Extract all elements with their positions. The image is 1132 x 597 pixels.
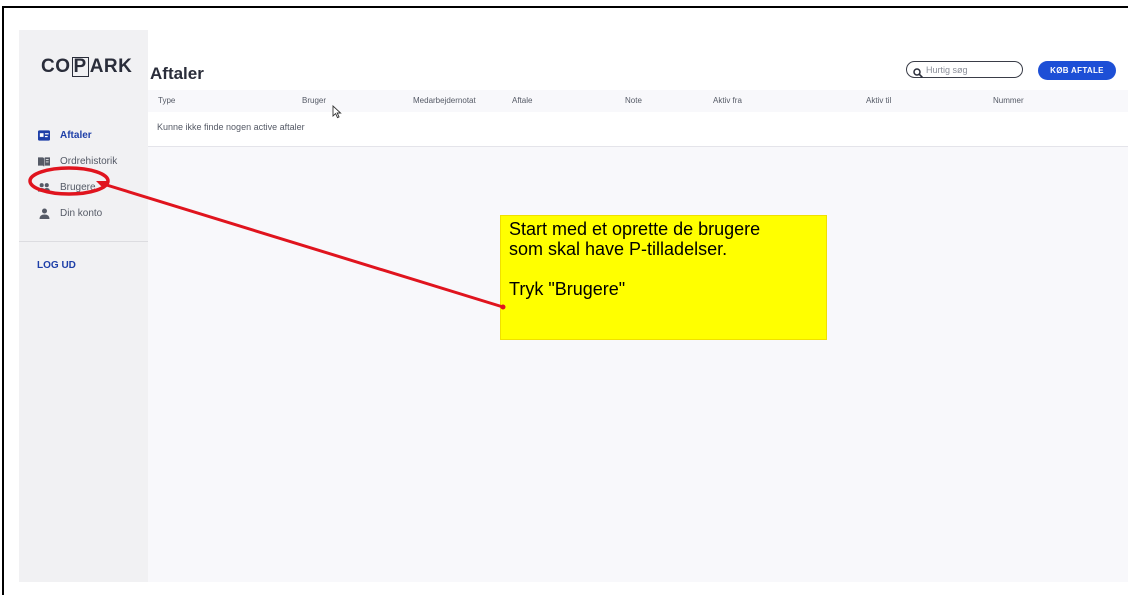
column-header-medarbejdernotat[interactable]: Medarbejdernotat <box>413 96 476 105</box>
sidebar-item-brugere[interactable]: Brugere <box>19 174 148 200</box>
logo-text-end: ARK <box>89 56 133 77</box>
annotation-line-3: Tryk "Brugere" <box>509 279 626 299</box>
search-input[interactable] <box>926 64 1016 75</box>
sidebar-nav: Aftaler Ordrehistorik Brugere Din konto <box>19 122 148 226</box>
users-icon <box>38 181 50 193</box>
sidebar-item-label: Ordrehistorik <box>60 155 118 167</box>
sidebar-divider <box>19 241 148 242</box>
contract-card-icon <box>38 129 50 141</box>
sidebar-item-ordrehistorik[interactable]: Ordrehistorik <box>19 148 148 174</box>
logo-boxed-letter: P <box>71 56 89 77</box>
logo: CO P ARK <box>41 56 132 78</box>
book-icon <box>38 155 50 167</box>
user-icon <box>38 207 50 219</box>
sidebar-item-aftaler[interactable]: Aftaler <box>19 122 148 148</box>
logout-link[interactable]: LOG UD <box>37 260 76 271</box>
sidebar-item-label: Brugere <box>60 181 96 193</box>
table-header: Type Bruger Medarbejdernotat Aftale Note… <box>148 90 1128 111</box>
annotation-callout: Start med et oprette de brugere som skal… <box>500 215 827 340</box>
mouse-cursor-icon <box>332 105 342 119</box>
empty-table-row: Kunne ikke finde nogen active aftaler <box>148 112 1128 147</box>
quick-search[interactable] <box>906 61 1023 78</box>
logo-text-start: CO <box>41 56 71 77</box>
empty-state-message: Kunne ikke finde nogen active aftaler <box>157 122 305 132</box>
column-header-aktiv-fra[interactable]: Aktiv fra <box>713 96 742 105</box>
column-header-bruger[interactable]: Bruger <box>302 96 326 105</box>
annotation-line-1: Start med et oprette de brugere <box>509 219 761 239</box>
sidebar-item-label: Din konto <box>60 207 103 219</box>
sidebar: CO P ARK Aftaler Ordrehistorik Brugere D… <box>19 30 148 582</box>
column-header-note[interactable]: Note <box>625 96 642 105</box>
search-icon <box>913 65 923 78</box>
annotation-spacer <box>509 259 818 279</box>
column-header-aftale[interactable]: Aftale <box>512 96 532 105</box>
page-title: Aftaler <box>150 64 204 83</box>
column-header-type[interactable]: Type <box>158 96 175 105</box>
column-header-nummer[interactable]: Nummer <box>993 96 1024 105</box>
annotation-line-2: som skal have P-tilladelser. <box>509 239 728 259</box>
sidebar-item-label: Aftaler <box>60 129 92 141</box>
column-header-aktiv-til[interactable]: Aktiv til <box>866 96 891 105</box>
header-bar: Aftaler KØB AFTALE <box>148 30 1128 90</box>
sidebar-item-din-konto[interactable]: Din konto <box>19 200 148 226</box>
buy-agreement-button[interactable]: KØB AFTALE <box>1038 61 1116 80</box>
